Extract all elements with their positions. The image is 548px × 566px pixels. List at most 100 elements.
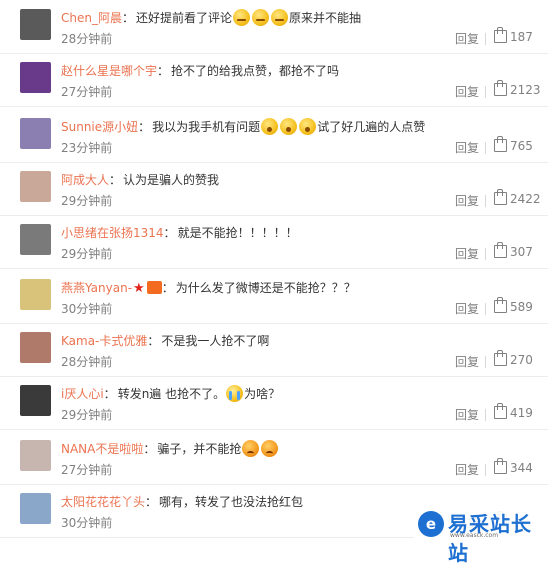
comment-text: 认为是骗人的赞我 xyxy=(123,173,220,187)
avatar[interactable] xyxy=(20,118,51,149)
comment-row: NANA不是啦啦： 骗子，并不能抢 27分钟前 回复 344 xyxy=(0,431,548,485)
like-button[interactable]: 187 xyxy=(494,27,533,44)
avatar[interactable] xyxy=(20,332,51,363)
comment-time: 28分钟前 xyxy=(61,32,113,46)
comment-time: 27分钟前 xyxy=(61,85,113,99)
comment-time: 23分钟前 xyxy=(61,141,113,155)
like-button[interactable]: 765 xyxy=(494,136,533,153)
thumbs-up-icon xyxy=(494,297,507,313)
comment-content: Sunnie源小妞： 我以为我手机有问题 试了好几遍的人点赞 xyxy=(61,118,425,136)
avatar[interactable] xyxy=(20,224,51,255)
comment-text: 骗子，并不能抢 xyxy=(157,442,242,456)
avatar[interactable] xyxy=(20,385,51,416)
comment-time: 29分钟前 xyxy=(61,247,113,261)
comment-row: Kama-卡式优雅： 不是我一人抢不了啊 28分钟前 回复 270 xyxy=(0,323,548,377)
shock-emoji-icon xyxy=(299,118,317,135)
avatar[interactable] xyxy=(20,9,51,40)
thumbs-up-icon xyxy=(494,189,507,205)
reply-link[interactable]: 回复 xyxy=(455,353,479,370)
action-divider xyxy=(485,303,486,315)
like-button[interactable]: 419 xyxy=(494,403,533,420)
separator: ： xyxy=(109,173,122,187)
reply-link[interactable]: 回复 xyxy=(455,30,479,47)
thumbs-up-icon xyxy=(494,458,507,474)
separator: ： xyxy=(103,387,116,401)
separator: ： xyxy=(157,64,170,78)
username-link[interactable]: 赵什么星是哪个宇 xyxy=(61,64,157,78)
comment-text-tail: 试了好几遍的人点赞 xyxy=(317,120,426,134)
like-count: 270 xyxy=(510,353,533,367)
comment-text-tail: 为啥？ xyxy=(244,387,281,401)
separator: ： xyxy=(163,226,176,240)
username-link[interactable]: i厌人心i xyxy=(61,387,104,401)
comment-time: 30分钟前 xyxy=(61,302,113,316)
action-divider xyxy=(485,356,486,368)
username-link[interactable]: Sunnie源小妞 xyxy=(61,120,138,134)
comment-content: 燕燕Yanyan-★ ：为什么发了微博还是不能抢？？？ xyxy=(61,279,356,298)
comment-text: 还好提前看了评论 xyxy=(136,11,233,25)
like-count: 589 xyxy=(510,300,533,314)
comment-row: Chen_阿晨： 还好提前看了评论 原来并不能抽 28分钟前 回复 187 xyxy=(0,0,548,54)
avatar[interactable] xyxy=(20,493,51,524)
action-divider xyxy=(485,409,486,421)
reply-link[interactable]: 回复 xyxy=(455,192,479,209)
separator: ： xyxy=(145,495,158,509)
comment-text: 抢不了的给我点赞，都抢不了吗 xyxy=(171,64,340,78)
reply-link[interactable]: 回复 xyxy=(455,245,479,262)
smirk-emoji-icon xyxy=(233,9,251,26)
like-button[interactable]: 2422 xyxy=(494,189,541,206)
username-link[interactable]: Chen_阿晨 xyxy=(61,11,122,25)
comment-text: 转发n遍 也抢不了。 xyxy=(117,387,226,401)
username-link[interactable]: 小思绪在张扬1314 xyxy=(61,226,164,240)
comment-content: Chen_阿晨： 还好提前看了评论 原来并不能抽 xyxy=(61,9,361,27)
reply-link[interactable]: 回复 xyxy=(455,139,479,156)
username-link[interactable]: Kama-卡式优雅 xyxy=(61,334,147,348)
comment-row: 阿成大人： 认为是骗人的赞我 29分钟前 回复 2422 xyxy=(0,162,548,216)
comment-content: 阿成大人： 认为是骗人的赞我 xyxy=(61,171,219,189)
comment-time: 28分钟前 xyxy=(61,355,113,369)
comment-content: 赵什么星是哪个宇： 抢不了的给我点赞，都抢不了吗 xyxy=(61,62,339,80)
separator: ： xyxy=(143,442,156,456)
like-button[interactable]: 344 xyxy=(494,458,533,475)
reply-link[interactable]: 回复 xyxy=(455,83,479,100)
comment-text-tail: 原来并不能抽 xyxy=(289,11,362,25)
like-button[interactable]: 307 xyxy=(494,242,533,259)
like-count: 344 xyxy=(510,461,533,475)
comment-content: 太阳花花花丫头： 哪有，转发了也没法抢红包 xyxy=(61,493,303,511)
angry-emoji-icon xyxy=(242,440,260,457)
comment-text: 为什么发了微博还是不能抢？？？ xyxy=(175,281,356,295)
comment-row: 赵什么星是哪个宇： 抢不了的给我点赞，都抢不了吗 27分钟前 回复 2123 xyxy=(0,53,548,107)
reply-link[interactable]: 回复 xyxy=(455,406,479,423)
username-link[interactable]: 燕燕Yanyan- xyxy=(61,281,132,295)
easck-logo-icon: e xyxy=(418,511,444,537)
action-divider xyxy=(485,464,486,476)
vip-badge-icon xyxy=(146,281,162,294)
avatar[interactable] xyxy=(20,62,51,93)
like-button[interactable]: 589 xyxy=(494,297,533,314)
username-link[interactable]: 阿成大人 xyxy=(61,173,109,187)
like-button[interactable]: 2123 xyxy=(494,80,541,97)
comment-time: 29分钟前 xyxy=(61,408,113,422)
avatar[interactable] xyxy=(20,440,51,471)
action-divider xyxy=(485,195,486,207)
separator: ： xyxy=(147,334,160,348)
reply-link[interactable]: 回复 xyxy=(455,461,479,478)
star-badge-icon: ★ xyxy=(133,281,145,296)
action-divider xyxy=(485,142,486,154)
username-link[interactable]: NANA不是啦啦 xyxy=(61,442,143,456)
separator: ： xyxy=(121,11,134,25)
avatar[interactable] xyxy=(20,279,51,310)
reply-link[interactable]: 回复 xyxy=(455,300,479,317)
comment-content: Kama-卡式优雅： 不是我一人抢不了啊 xyxy=(61,332,269,350)
avatar[interactable] xyxy=(20,171,51,202)
username-link[interactable]: 太阳花花花丫头 xyxy=(61,495,145,509)
cry-emoji-icon xyxy=(226,385,244,402)
action-divider xyxy=(485,86,486,98)
like-count: 2123 xyxy=(510,83,541,97)
thumbs-up-icon xyxy=(494,350,507,366)
comment-time: 29分钟前 xyxy=(61,194,113,208)
smirk-emoji-icon xyxy=(271,9,289,26)
thumbs-up-icon xyxy=(494,242,507,258)
like-button[interactable]: 270 xyxy=(494,350,533,367)
watermark-url: www.easck.com xyxy=(450,532,499,539)
